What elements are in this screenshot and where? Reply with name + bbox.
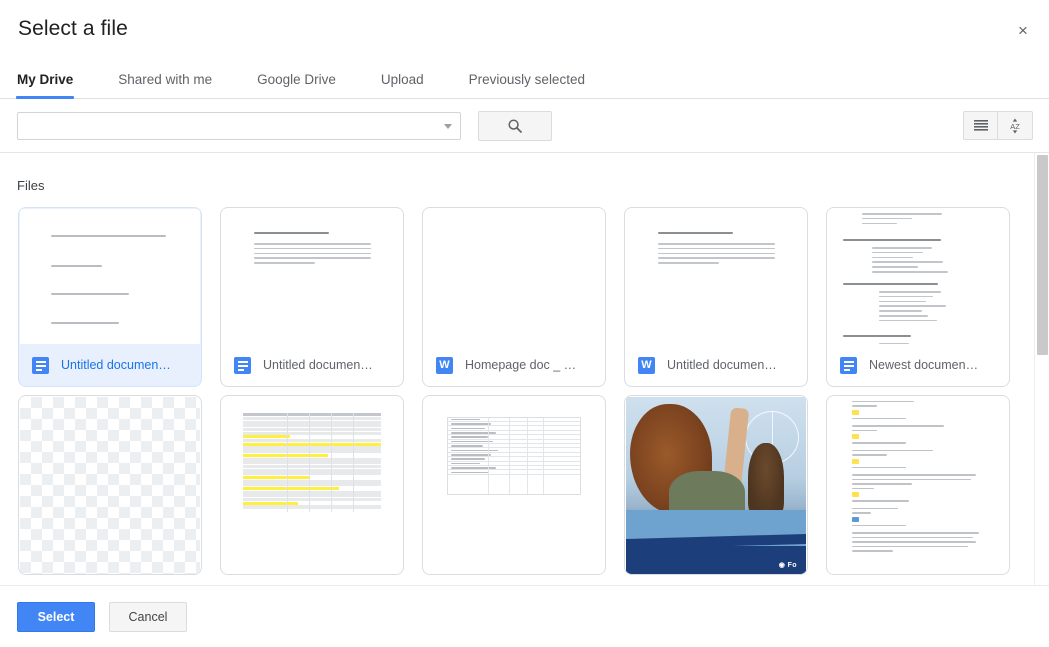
file-thumbnail [222, 397, 402, 574]
file-name: Untitled documen… [61, 358, 171, 372]
file-card-footer: W Untitled documen… [625, 344, 807, 386]
search-button[interactable] [478, 111, 552, 141]
file-card[interactable]: Untitled documen… [220, 207, 404, 387]
tab-my-drive[interactable]: My Drive [17, 72, 73, 98]
search-field-wrapper [17, 112, 461, 140]
transparent-image-icon [20, 397, 200, 574]
select-button[interactable]: Select [17, 602, 95, 632]
google-docs-icon [32, 357, 49, 374]
tab-shared-with-me[interactable]: Shared with me [118, 72, 212, 98]
close-icon[interactable]: × [1009, 16, 1037, 44]
file-card[interactable]: Untitled documen… [18, 207, 202, 387]
google-docs-icon [840, 357, 857, 374]
file-list-region: Files Untitled documen… [0, 153, 1049, 585]
file-card[interactable]: ◉ Fo [624, 395, 808, 575]
vertical-scrollbar[interactable] [1034, 153, 1049, 585]
file-card[interactable]: Newest documen… [826, 207, 1010, 387]
file-thumbnail [20, 397, 200, 574]
file-thumbnail [424, 209, 604, 344]
file-name: Untitled documen… [263, 358, 373, 372]
file-card[interactable] [18, 395, 202, 575]
table-thumbnail [447, 417, 581, 496]
file-card[interactable] [220, 395, 404, 575]
file-thumbnail [828, 397, 1008, 574]
word-doc-icon: W [638, 357, 655, 374]
photo-thumbnail: ◉ Fo [626, 397, 806, 574]
search-input[interactable] [17, 112, 461, 140]
section-label-files: Files [0, 153, 1049, 207]
cancel-button[interactable]: Cancel [109, 602, 187, 632]
file-thumbnail [20, 209, 200, 344]
search-icon [507, 118, 523, 134]
file-card-footer: Untitled documen… [221, 344, 403, 386]
file-name: Untitled documen… [667, 358, 777, 372]
page-title: Select a file [0, 0, 1049, 41]
file-card-footer: Untitled documen… [19, 344, 201, 386]
tab-previously-selected[interactable]: Previously selected [469, 72, 585, 98]
spreadsheet-thumbnail [243, 413, 380, 512]
file-name: Homepage doc _ … [465, 358, 576, 372]
google-docs-icon [234, 357, 251, 374]
file-card-footer: Newest documen… [827, 344, 1009, 386]
file-card[interactable] [422, 395, 606, 575]
scrollbar-thumb[interactable] [1037, 155, 1048, 355]
file-grid: Untitled documen… Untitled doc [0, 207, 1049, 575]
list-view-icon [973, 119, 989, 133]
word-doc-icon: W [436, 357, 453, 374]
file-thumbnail [626, 209, 806, 344]
file-card[interactable]: W Homepage doc _ … [422, 207, 606, 387]
dialog-footer: Select Cancel [0, 585, 1049, 647]
file-thumbnail [222, 209, 402, 344]
file-card[interactable] [826, 395, 1010, 575]
view-toggle-group: AZ [963, 111, 1033, 140]
file-card-footer: W Homepage doc _ … [423, 344, 605, 386]
file-picker-dialog: Select a file × My Drive Shared with me … [0, 0, 1049, 647]
file-card[interactable]: W Untitled documen… [624, 207, 808, 387]
file-thumbnail: ◉ Fo [626, 397, 806, 574]
tab-google-drive[interactable]: Google Drive [257, 72, 336, 98]
file-name: Newest documen… [869, 358, 978, 372]
list-view-button[interactable] [963, 111, 998, 140]
tab-upload[interactable]: Upload [381, 72, 424, 98]
file-thumbnail [424, 397, 604, 574]
dialog-header: Select a file × My Drive Shared with me … [0, 0, 1049, 99]
toolbar: AZ [0, 99, 1049, 153]
sort-alpha-icon: AZ [1005, 117, 1025, 135]
svg-text:AZ: AZ [1010, 122, 1020, 131]
tab-bar: My Drive Shared with me Google Drive Upl… [0, 61, 1049, 99]
file-thumbnail [828, 209, 1008, 344]
sort-alpha-button[interactable]: AZ [998, 111, 1033, 140]
notes-thumbnail [852, 401, 986, 574]
